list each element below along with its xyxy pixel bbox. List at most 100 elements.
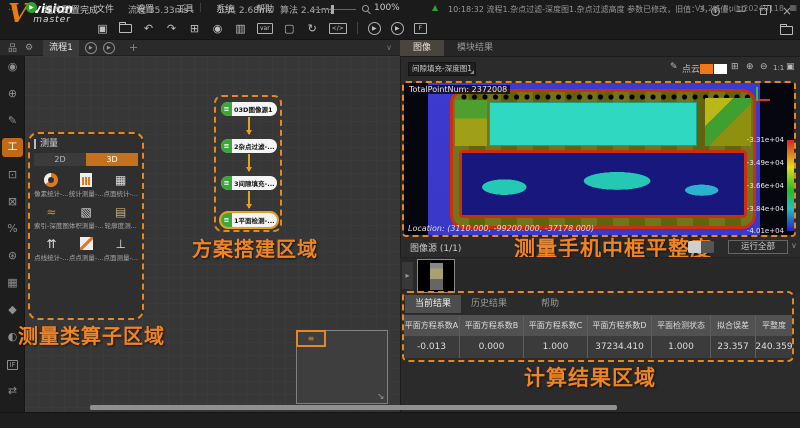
operator-stat-measure[interactable]: 统计测量-... [69,171,104,198]
zoom-slider[interactable] [312,9,356,10]
color-swatch-white[interactable] [714,64,727,74]
log-panel-icon[interactable]: ▦ [789,3,797,12]
thumbnail-phone-image [430,263,443,290]
stat-detail-icon[interactable]: ⊙ [181,3,189,13]
redo-icon[interactable]: ↷ [165,22,178,35]
operator-volume[interactable]: ▧ 体积测量-... [69,203,104,230]
add-flow-button[interactable]: + [129,41,138,54]
open-folder-icon[interactable] [119,24,132,33]
run-status-icon: ▶ [26,2,37,13]
tab-help[interactable]: 帮助 [531,295,569,313]
tab-2d[interactable]: 2D [34,153,86,166]
annotation-operators-region: 测量类算子区域 [18,320,165,349]
resize-handle-icon[interactable]: ↘ [377,392,385,402]
node-3d-image-source[interactable]: ≡ 03D图像源1 [221,102,277,116]
image-thumbnail[interactable] [417,259,455,293]
edit-pencil-icon[interactable]: ✎ [670,62,678,72]
grid-icon: ▦ [115,173,126,187]
flow-tree-icon[interactable]: 品 [8,41,17,54]
load-image-folder-icon[interactable] [780,26,793,35]
stat-flow-time: 流程 35.33ms [128,3,188,16]
locate-icon[interactable]: ⊕ [0,87,25,101]
run-once-icon[interactable]: ▶ [368,22,381,35]
status-ready-text: 组件配置完成 [44,3,98,16]
minimap-viewport[interactable]: ≡ [296,330,326,347]
color-swatch-orange[interactable] [700,64,713,74]
operator-point-line-stat[interactable]: ⇈ 点线统计-... [34,235,69,262]
zoom-slider-handle[interactable] [331,5,334,14]
camera-icon[interactable]: ◉ [211,22,224,35]
format-icon[interactable]: F [414,23,427,34]
viewport-annotation-outline [402,81,796,237]
operator-point-point[interactable]: 点点测量-... [69,235,104,262]
node-gap-fill[interactable]: ≡ 3间隙填充-... [221,176,277,190]
match-icon[interactable]: ⊠ [0,195,25,209]
data-queue-icon[interactable]: ▥ [234,22,247,35]
image-result-tab-bar: 图像 模块结果 [400,40,800,57]
col-coef-b: 平面方程系数B [460,315,524,336]
display-source-select[interactable]: 间隙填充-深度图1 [408,62,476,76]
zoom-level: 100% [374,3,400,13]
curve-icon: ≈ [46,205,56,219]
collapse-chevron-icon[interactable]: ∨ [791,241,797,250]
module-icon[interactable]: ▢ [283,22,296,35]
wrench-icon[interactable]: ⚙ [25,43,33,53]
deep-learning-icon[interactable]: ⊛ [0,249,25,263]
val-coef-b: 0.000 [460,336,524,358]
tab-current-result[interactable]: 当前结果 [405,295,461,313]
display-toggle[interactable] [688,241,714,253]
operator-point-plane-stat[interactable]: ▦ 点面统计-... [103,171,138,198]
col-fit-error: 拟合误差 [711,315,756,336]
run-flow-loop-icon[interactable]: ▶ [103,42,115,54]
tab-flow1[interactable]: 流程1 [43,40,79,56]
camera-icon[interactable]: ◉ [0,60,25,74]
undo-icon[interactable]: ↶ [142,22,155,35]
zoom-in-icon[interactable]: ⊕ [746,62,754,72]
image-source-label: 图像源 (1/1) [410,241,461,254]
operator-pixel-stat[interactable]: 像素统计-... [34,171,69,198]
tab-module-result[interactable]: 模块结果 [444,40,506,56]
node-noise-filter[interactable]: ≡ 2杂点过滤-... [221,139,277,153]
arrows-up-icon: ⇈ [46,237,56,251]
flow-tab-bar: 品 ⚙ 流程1 ▶ ▶ + ∨ [0,40,400,56]
node-plane-detect[interactable]: ≡ 1平面检测-... [221,213,277,227]
val-coef-d: 37234.410 [588,336,652,358]
menu-file[interactable]: 文件 [96,2,114,15]
position-icon[interactable]: ⊡ [0,168,25,182]
tab-image[interactable]: 图像 [400,40,444,56]
fit-view-icon[interactable]: ⊞ [731,62,739,72]
save-icon[interactable]: ▣ [96,22,109,35]
new-window-icon[interactable]: ⊞ [188,22,201,35]
tab-history-result[interactable]: 历史结果 [461,295,517,313]
image-edit-icon[interactable]: ✎ [0,114,25,128]
status-bar [0,412,800,428]
operator-point-plane[interactable]: ⊥ 点面测量-... [103,235,138,262]
tab-3d[interactable]: 3D [86,153,138,166]
operator-index-depthmap[interactable]: ≈ 索引-深度图 [34,203,69,230]
horizontal-scrollbar[interactable] [90,405,617,410]
operator-profile[interactable]: ▤ 轮廓度测... [103,203,138,230]
run-all-select[interactable]: 运行全部 [728,240,788,254]
measure-icon[interactable]: 工 [2,138,23,157]
col-coef-c: 平面方程系数C [524,315,588,336]
logic-if-icon[interactable]: IF [7,360,17,370]
annotation-result-region: 计算结果区域 [524,362,656,392]
ratio-1-1-icon[interactable]: 1:1 [773,64,784,72]
thumbnail-expand-icon[interactable]: ▸ [402,262,413,289]
run-continuous-icon[interactable]: ▶ [391,22,404,35]
script-icon[interactable]: </> [329,23,347,34]
pointcloud-label: 点云 [682,62,700,75]
operator-grid: 像素统计-... 统计测量-... ▦ 点面统计-... ≈ 索引-深度图 ▧ … [34,171,138,262]
sync-icon[interactable]: ↻ [306,22,319,35]
run-flow-icon[interactable]: ▶ [85,42,97,54]
calc-icon[interactable]: % [0,222,25,236]
window-view-icon[interactable]: ▣ [786,62,795,72]
val-detect-status: 1.000 [652,336,711,358]
more-icon[interactable]: .. [8,3,14,13]
color-icon[interactable]: ◆ [0,303,25,317]
communication-icon[interactable]: ⇄ [0,384,25,398]
variable-icon[interactable]: var [257,23,273,34]
zoom-out-icon[interactable]: ⊖ [760,62,768,72]
chart-icon[interactable]: ▦ [0,276,25,290]
flowbar-chevron-icon[interactable]: ∨ [386,43,392,52]
